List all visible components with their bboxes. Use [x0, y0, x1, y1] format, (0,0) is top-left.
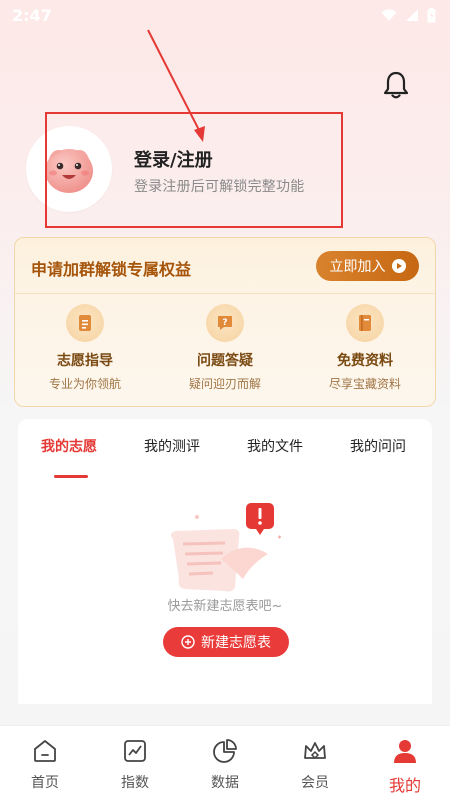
group-card-title: 申请加群解锁专属权益 — [31, 260, 192, 279]
benefit-title: 免费资料 — [336, 353, 393, 369]
join-now-label: 立即加入 — [329, 259, 386, 275]
tabbar-label: 会员 — [301, 775, 329, 791]
svg-text:?: ? — [222, 318, 227, 328]
signal-icon — [406, 9, 418, 21]
battery-icon — [427, 7, 436, 22]
tab-my-questions[interactable]: 我的问问 — [350, 436, 406, 456]
book-icon — [345, 304, 384, 342]
active-tab-indicator — [54, 475, 88, 478]
chart-icon — [124, 740, 146, 762]
mascot-avatar-icon — [45, 149, 93, 193]
login-profile-section[interactable]: 登录/注册 登录注册后可解锁完整功能 — [26, 126, 346, 216]
new-application-label: 新建志愿表 — [201, 635, 271, 651]
question-chat-icon: ? — [205, 304, 244, 342]
divider — [15, 293, 435, 294]
benefit-subtitle: 专业为你领航 — [48, 377, 121, 391]
empty-state-text: 快去新建志愿表吧~ — [167, 599, 283, 614]
benefit-subtitle: 疑问迎刃而解 — [188, 377, 261, 391]
wifi-icon — [381, 9, 397, 21]
empty-document-illustration-icon — [170, 503, 281, 592]
status-icons — [381, 7, 436, 23]
person-icon — [394, 740, 416, 763]
tabbar-item-mine[interactable]: 我的 — [360, 726, 450, 800]
group-benefits-card: 申请加群解锁专属权益 立即加入 志愿指导 专业为你领航 ? 问题答疑 疑问迎刃而… — [14, 237, 436, 407]
status-bar: 2:47 — [0, 0, 450, 30]
tabbar-label: 我的 — [388, 776, 421, 795]
tab-my-assessments[interactable]: 我的测评 — [144, 436, 200, 456]
notification-bell-icon[interactable] — [382, 70, 410, 100]
benefit-item-guidance[interactable]: 志愿指导 专业为你领航 — [15, 300, 155, 392]
my-content-card: 我的志愿 我的测评 我的文件 我的问问 快去新建志愿表吧~ 新建志愿表 — [18, 419, 432, 704]
benefits-row: 志愿指导 专业为你领航 ? 问题答疑 疑问迎刃而解 免费资料 尽享宝藏资料 — [15, 300, 435, 392]
tabbar-item-index[interactable]: 指数 — [90, 726, 180, 800]
tab-my-files[interactable]: 我的文件 — [247, 436, 303, 456]
benefit-title: 志愿指导 — [56, 353, 113, 369]
new-application-button[interactable]: 新建志愿表 — [163, 627, 289, 657]
benefit-item-qa[interactable]: ? 问题答疑 疑问迎刃而解 — [155, 300, 295, 392]
login-title[interactable]: 登录/注册 — [134, 146, 213, 172]
play-circle-icon — [391, 259, 406, 273]
tabbar-item-home[interactable]: 首页 — [0, 726, 90, 800]
crown-icon — [304, 742, 326, 760]
benefit-title: 问题答疑 — [196, 353, 253, 369]
tabbar-item-member[interactable]: 会员 — [270, 726, 360, 800]
tab-bar-top: 我的志愿 我的测评 我的文件 我的问问 — [18, 436, 432, 466]
benefit-subtitle: 尽享宝藏资料 — [328, 377, 401, 391]
avatar[interactable] — [26, 126, 112, 212]
tabbar-label: 指数 — [121, 775, 149, 791]
login-subtitle: 登录注册后可解锁完整功能 — [134, 179, 305, 195]
status-time: 2:47 — [12, 5, 52, 25]
benefit-item-materials[interactable]: 免费资料 尽享宝藏资料 — [295, 300, 435, 392]
bottom-tab-bar: 首页 指数 数据 会员 我的 — [0, 725, 450, 800]
tabbar-label: 数据 — [211, 775, 239, 791]
home-icon — [34, 740, 56, 762]
tabbar-label: 首页 — [31, 775, 59, 791]
tab-my-applications[interactable]: 我的志愿 — [41, 436, 97, 456]
document-icon — [65, 304, 104, 342]
tabbar-item-data[interactable]: 数据 — [180, 726, 270, 800]
plus-circle-icon — [181, 635, 195, 649]
pie-icon — [213, 739, 237, 763]
join-now-button[interactable]: 立即加入 — [316, 251, 419, 281]
